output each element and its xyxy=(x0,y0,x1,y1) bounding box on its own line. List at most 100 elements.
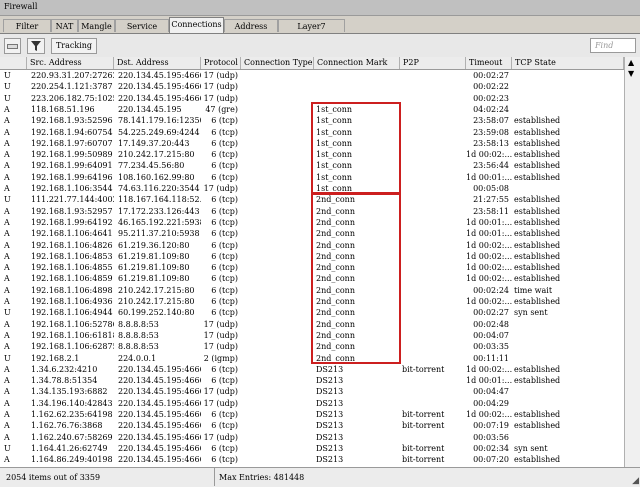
p2p xyxy=(400,240,466,251)
table-row[interactable]: A 1.34.6.232:4210 220.134.45.195:4666 6 (tc… xyxy=(0,364,624,375)
src-address: 1.162.76.76:3868 xyxy=(31,421,103,431)
dst-address: 17.149.37.20:443 xyxy=(118,138,190,148)
table-row[interactable]: U 192.168.2.1 224.0.0.1 2 (igmp) 2nd_conn 00:… xyxy=(0,353,624,364)
col-p2p[interactable]: P2P xyxy=(400,57,466,69)
find-input[interactable]: Find xyxy=(590,38,636,53)
tab-address-lists[interactable]: Address Lists xyxy=(224,19,278,44)
timeout: 1d 00:02:... xyxy=(466,297,512,306)
protocol: 47 (gre) xyxy=(205,104,238,114)
table-row[interactable]: A 192.168.1.99:64196 108.160.162.99:80 6 (t… xyxy=(0,172,624,183)
connection-type xyxy=(241,70,314,81)
remove-button[interactable] xyxy=(4,38,21,54)
tracking-button[interactable]: Tracking xyxy=(51,38,97,54)
col-connection-type[interactable]: Connection Type xyxy=(241,57,314,69)
tab-filter-rules[interactable]: Filter Rules xyxy=(3,19,51,44)
tab-nat[interactable]: NAT xyxy=(51,19,78,32)
connection-mark: 1st_conn xyxy=(316,138,353,148)
table-row[interactable]: U 223.206.182.75:1025 220.134.45.195:4666 1… xyxy=(0,93,624,104)
p2p: bit-torrent xyxy=(402,421,445,431)
table-row[interactable]: A 1.34.135.193:6882 220.134.45.195:4666 17 … xyxy=(0,386,624,397)
table-row[interactable]: A 1.162.240.67:58269 220.134.45.195:4666 17… xyxy=(0,432,624,443)
connection-type xyxy=(241,330,314,341)
tab-service-ports[interactable]: Service Ports xyxy=(115,19,169,44)
table-row[interactable]: U 220.254.1.121:3787 220.134.45.195:4666 17… xyxy=(0,81,624,92)
table-row[interactable]: A 192.168.1.106:62875 8.8.8.8:53 17 (udp) 2n… xyxy=(0,341,624,352)
protocol: 17 (udp) xyxy=(203,387,238,397)
table-row[interactable]: A 192.168.1.106:4936 210.242.17.215:80 6 (t… xyxy=(0,296,624,307)
dst-address: 220.134.45.195:4666 xyxy=(118,421,201,431)
table-row[interactable]: A 192.168.1.106:4855 61.219.81.109:80 6 (tc… xyxy=(0,262,624,273)
protocol: 6 (tcp) xyxy=(211,455,238,465)
table-row[interactable]: A 192.168.1.99:50989 210.242.17.215:80 6 (t… xyxy=(0,149,624,160)
table-row[interactable]: U 111.221.77.144:40026 118.167.164.118:52.… xyxy=(0,194,624,205)
table-row[interactable]: A 192.168.1.106:3544 74.63.116.220:3544 17 … xyxy=(0,183,624,194)
table-row[interactable]: A 192.168.1.106:4826 61.219.36.120:80 6 (tc… xyxy=(0,240,624,251)
tcp-state: established xyxy=(514,172,561,182)
table-row[interactable]: A 1.34.196.140:42843 220.134.45.195:4666 17… xyxy=(0,398,624,409)
src-address: 192.168.1.106:4859 xyxy=(31,274,113,284)
row-flag: U xyxy=(4,353,11,363)
col-tcp-state[interactable]: TCP State xyxy=(512,57,624,69)
table-row[interactable]: U 220.93.31.207:27262 220.134.45.195:4666 1… xyxy=(0,70,624,81)
col-flags[interactable] xyxy=(0,57,27,69)
table-row[interactable]: A 192.168.1.106:61818 8.8.8.8:53 17 (udp) 2n… xyxy=(0,330,624,341)
tab-mangle[interactable]: Mangle xyxy=(78,19,115,32)
table-row[interactable]: U 1.164.41.26:62749 220.134.45.195:4666 6 (… xyxy=(0,443,624,454)
scroll-down-icon[interactable]: ▼ xyxy=(628,69,634,78)
table-row[interactable]: A 192.168.1.94:60754 54.225.249.69:4244 6 (… xyxy=(0,127,624,138)
connection-type xyxy=(241,409,314,420)
table-row[interactable]: A 192.168.1.97:60707 17.149.37.20:443 6 (tc… xyxy=(0,138,624,149)
table-row[interactable]: A 192.168.1.93:52596 78.141.179.16:12350 6 … xyxy=(0,115,624,126)
row-flag: A xyxy=(4,410,10,419)
connection-mark: 1st_conn xyxy=(316,104,353,114)
vertical-scrollbar[interactable]: ▲ ▼ xyxy=(624,57,640,467)
tab-layer7-protocols[interactable]: Layer7 Protocols xyxy=(278,19,345,44)
dst-address: 220.134.45.195:4666 xyxy=(118,455,201,465)
col-dst-address[interactable]: Dst. Address xyxy=(114,57,201,69)
connection-mark: 2nd_conn xyxy=(316,229,355,239)
col-src-address[interactable]: Src. Address xyxy=(27,57,114,69)
table-row[interactable]: U 192.168.1.106:4944 60.199.252.140:80 6 (t… xyxy=(0,307,624,318)
table-row[interactable]: A 1.34.78.8:51354 220.134.45.195:4666 6 (tc… xyxy=(0,375,624,386)
col-protocol[interactable]: Protocol xyxy=(201,57,241,69)
table-row[interactable]: A 192.168.1.93:52957 17.172.233.126:443 6 (… xyxy=(0,206,624,217)
src-address: 1.34.78.8:51354 xyxy=(31,376,98,386)
src-address: 1.34.196.140:42843 xyxy=(31,398,113,408)
connection-mark: 2nd_conn xyxy=(316,195,355,205)
table-row[interactable]: A 192.168.1.99:64192 46.165.192.221:5938 6 … xyxy=(0,217,624,228)
col-connection-mark[interactable]: Connection Mark xyxy=(314,57,400,69)
resize-grip-icon[interactable]: ◢ xyxy=(632,476,639,486)
tab-connections[interactable]: Connections xyxy=(169,17,224,33)
table-row[interactable]: A 192.168.1.106:4859 61.219.81.109:80 6 (tc… xyxy=(0,273,624,284)
connection-mark: 2nd_conn xyxy=(316,251,355,261)
row-flag: A xyxy=(4,116,10,126)
table-row[interactable]: A 118.168.51.196 220.134.45.195 47 (gre) 1st… xyxy=(0,104,624,115)
filter-button[interactable] xyxy=(27,38,45,54)
protocol: 17 (udp) xyxy=(203,330,238,340)
dst-address: 108.160.162.99:80 xyxy=(118,172,195,182)
tcp-state: established xyxy=(514,364,561,374)
table-row[interactable]: A 192.168.1.106:52786 8.8.8.8:53 17 (udp) 2n… xyxy=(0,319,624,330)
dst-address: 61.219.36.120:80 xyxy=(118,240,190,250)
timeout: 1d 00:02:... xyxy=(466,240,512,250)
connection-type xyxy=(241,420,314,431)
src-address: 192.168.1.99:64192 xyxy=(31,217,113,227)
tcp-state: syn sent xyxy=(514,443,548,453)
tcp-state: time wait xyxy=(514,285,553,295)
table-row[interactable]: A 1.164.86.249:40198 220.134.45.195:4666 6 … xyxy=(0,454,624,465)
table-row[interactable]: A 192.168.1.106:4641 95.211.37.210:5938 6 (… xyxy=(0,228,624,239)
col-timeout[interactable]: Timeout xyxy=(466,57,512,69)
row-flag: A xyxy=(4,127,10,137)
timeout: 1d 00:02:... xyxy=(466,274,512,284)
p2p xyxy=(400,127,466,138)
table-row[interactable]: A 192.168.1.99:64091 77.234.45.56:80 6 (tcp… xyxy=(0,160,624,171)
timeout: 21:27:55 xyxy=(473,195,509,205)
table-row[interactable]: A 1.162.62.235:64198 220.134.45.195:4666 6 … xyxy=(0,409,624,420)
tcp-state: syn sent xyxy=(514,308,548,318)
table-row[interactable]: A 192.168.1.106:4853 61.219.81.109:80 6 (tc… xyxy=(0,251,624,262)
scroll-up-icon[interactable]: ▲ xyxy=(628,58,634,67)
src-address: 192.168.1.99:50989 xyxy=(31,150,113,160)
table-row[interactable]: A 1.162.76.76:3868 220.134.45.195:4666 6 (t… xyxy=(0,420,624,431)
table-row[interactable]: A 192.168.1.106:4898 210.242.17.215:80 6 (t… xyxy=(0,285,624,296)
p2p xyxy=(400,341,466,352)
